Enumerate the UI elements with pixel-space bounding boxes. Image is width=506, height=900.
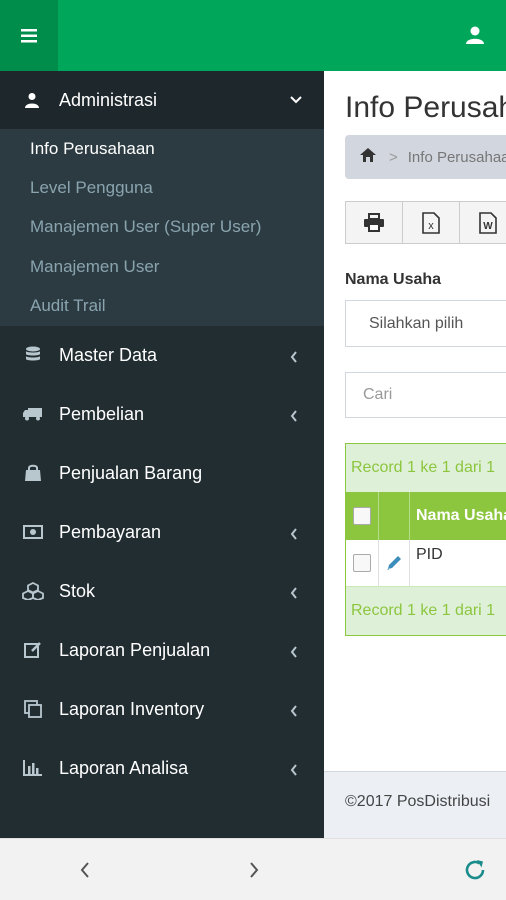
sidebar-item-pembayaran[interactable]: Pembayaran (0, 503, 324, 562)
chevron-right-icon (250, 862, 259, 878)
column-header-nama-usaha[interactable]: Nama Usaha (410, 492, 506, 540)
chevron-left-icon (290, 524, 298, 545)
submenu-level-pengguna[interactable]: Level Pengguna (0, 168, 324, 207)
hamburger-menu-button[interactable] (0, 0, 58, 71)
submenu-manajemen-user-super[interactable]: Manajemen User (Super User) (0, 208, 324, 247)
chevron-left-icon (290, 406, 298, 427)
sidebar-item-label: Penjualan Barang (59, 462, 203, 483)
cubes-icon (22, 581, 44, 601)
top-navbar (0, 0, 506, 71)
content-main: Info Perusahaan > Info Perusahaan (324, 71, 506, 771)
export-excel-button[interactable]: x (402, 201, 460, 244)
sidebar-item-label: Stok (59, 580, 96, 601)
search-input[interactable]: Cari (345, 372, 506, 418)
chevron-down-icon (290, 89, 302, 110)
chevron-left-icon (80, 862, 89, 878)
sidebar-item-label: Laporan Inventory (59, 698, 205, 719)
sidebar-item-laporan-inventory[interactable]: Laporan Inventory (0, 680, 324, 739)
back-button[interactable] (72, 857, 98, 883)
hamburger-icon (21, 28, 37, 42)
chevron-left-icon (290, 347, 298, 368)
sidebar-item-stok[interactable]: Stok (0, 562, 324, 621)
shopping-bag-icon (22, 463, 44, 483)
breadcrumb-current: Info Perusahaan (407, 148, 506, 166)
page-title: Info Perusahaan (345, 91, 506, 124)
row-nama-usaha: PID (416, 546, 443, 563)
sidebar-item-label: Master Data (59, 344, 158, 365)
nama-usaha-label: Nama Usaha (345, 271, 442, 288)
sidebar-item-label: Laporan Penjualan (59, 639, 211, 660)
home-icon[interactable] (359, 147, 377, 167)
sidebar-item-laporan-analisa[interactable]: Laporan Analisa (0, 739, 324, 798)
data-table: Record 1 ke 1 dari 1 Nama Usaha PID Reco… (345, 443, 506, 636)
sidebar-item-laporan-penjualan[interactable]: Laporan Penjualan (0, 621, 324, 680)
copyright-footer: ©2017 PosDistribusi (345, 793, 491, 810)
word-icon: W (479, 211, 497, 234)
edit-icon (22, 640, 44, 660)
export-button-group: x W (345, 201, 506, 244)
administrasi-submenu: Info Perusahaan Level Pengguna Manajemen… (0, 129, 324, 326)
clone-icon (22, 699, 44, 719)
chevron-left-icon (290, 701, 298, 722)
submenu-info-perusahaan[interactable]: Info Perusahaan (0, 129, 324, 168)
svg-text:x: x (428, 220, 434, 232)
user-icon (466, 26, 484, 44)
browser-bottom-bar (0, 838, 506, 900)
sidebar-section-administrasi[interactable]: Administrasi (0, 71, 324, 129)
sidebar-item-master-data[interactable]: Master Data (0, 326, 324, 385)
chevron-left-icon (290, 583, 298, 604)
money-icon (22, 522, 44, 542)
record-count-footer: Record 1 ke 1 dari 1 (346, 587, 506, 635)
user-menu-button[interactable] (462, 22, 488, 48)
truck-icon (22, 404, 44, 424)
database-icon (22, 345, 44, 365)
user-icon (22, 90, 42, 110)
record-count: Record 1 ke 1 dari 1 (346, 444, 506, 492)
content-wrapper: Info Perusahaan > Info Perusahaan (324, 71, 506, 838)
refresh-button[interactable] (462, 857, 488, 883)
export-word-button[interactable]: W (459, 201, 506, 244)
submenu-manajemen-user[interactable]: Manajemen User (0, 247, 324, 286)
sidebar-item-pembelian[interactable]: Pembelian (0, 385, 324, 444)
print-button[interactable] (345, 201, 403, 244)
row-edit-cell (379, 540, 410, 586)
edit-column-header (379, 492, 410, 540)
select-all-cell (346, 492, 379, 540)
forward-button[interactable] (241, 857, 267, 883)
breadcrumb-separator: > (389, 148, 398, 166)
svg-text:W: W (483, 221, 493, 232)
row-checkbox[interactable] (353, 554, 371, 572)
breadcrumb: > Info Perusahaan (345, 135, 506, 179)
table-row: PID (346, 540, 506, 587)
table-header: Nama Usaha (346, 492, 506, 540)
refresh-icon (465, 860, 485, 880)
sidebar-item-label: Laporan Analisa (59, 757, 189, 778)
print-icon (364, 212, 384, 232)
sidebar: Administrasi Info Perusahaan Level Pengg… (0, 71, 324, 838)
excel-icon: x (422, 211, 440, 234)
nama-usaha-select[interactable]: Silahkan pilih (345, 300, 506, 347)
chevron-left-icon (290, 760, 298, 781)
sidebar-item-label: Pembelian (59, 403, 145, 424)
footer-divider (324, 771, 506, 772)
sidebar-item-label: Pembayaran (59, 521, 162, 542)
submenu-audit-trail[interactable]: Audit Trail (0, 287, 324, 326)
row-checkbox-cell (346, 540, 379, 586)
chevron-left-icon (290, 642, 298, 663)
select-all-checkbox[interactable] (353, 507, 371, 525)
sidebar-section-label: Administrasi (59, 89, 158, 110)
bar-chart-icon (22, 758, 44, 778)
pencil-icon[interactable] (385, 554, 403, 572)
sidebar-item-penjualan-barang[interactable]: Penjualan Barang (0, 444, 324, 503)
